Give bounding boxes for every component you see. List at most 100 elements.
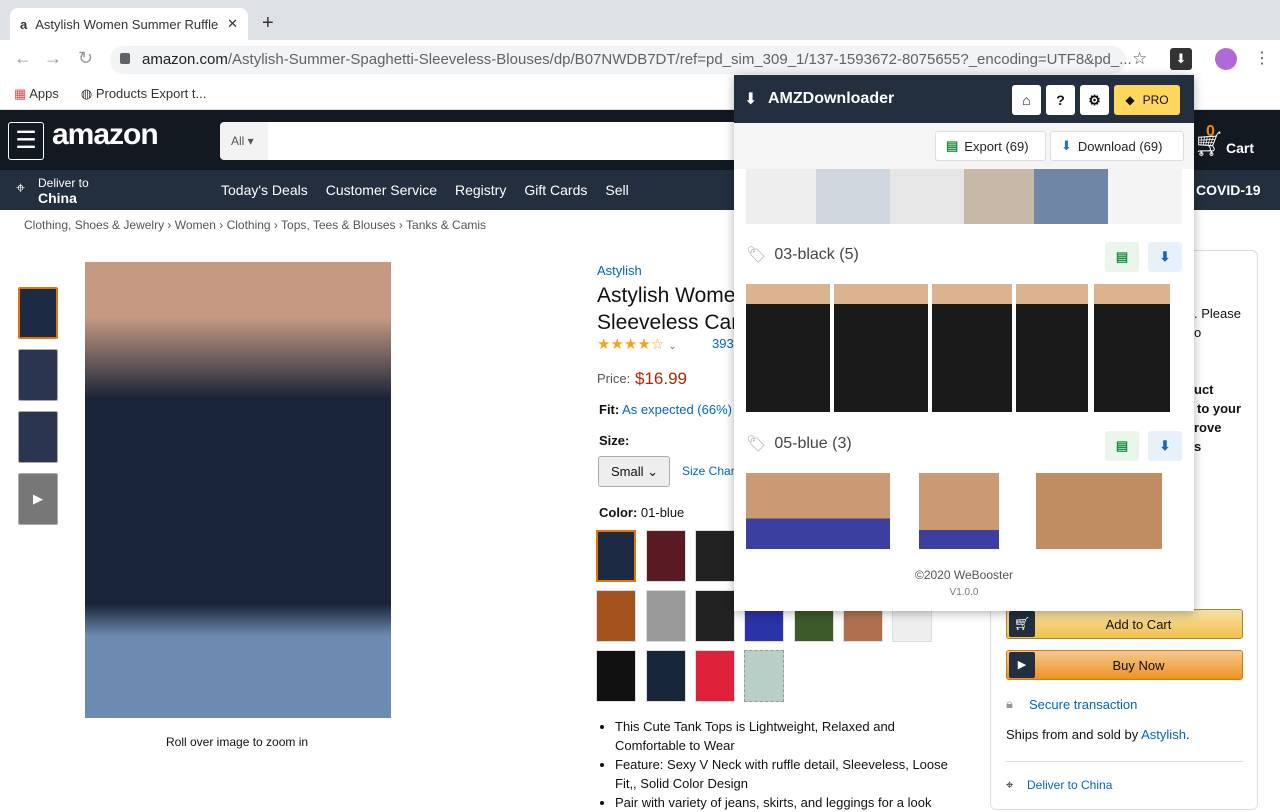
popup-footer: ©2020 WeBooster [914, 568, 1013, 582]
section-header: 🏷︎ 05-blue (3) [746, 435, 852, 453]
amazon-logo[interactable]: amazon [52, 118, 159, 152]
brand-link[interactable]: Astylish [597, 263, 642, 278]
price: $16.99 [635, 369, 687, 388]
star-rating[interactable]: ★★★★☆ ⌄ [597, 335, 677, 353]
cart-icon[interactable]: 🛒︎ [1194, 130, 1224, 159]
extension-download-icon[interactable]: ⬇ [1170, 48, 1192, 70]
pro-button[interactable]: ◆ PRO [1114, 85, 1180, 115]
lock-icon [120, 53, 130, 64]
ships-from: Ships from and sold by Astylish. [1006, 727, 1190, 742]
secure-transaction-link[interactable]: Secure transaction [1029, 697, 1137, 712]
popup-toolbar: ▤ Export (69) ⬇ Download (69) [734, 123, 1194, 169]
main-product-image[interactable] [85, 262, 391, 718]
close-tab-icon[interactable]: ✕ [227, 16, 238, 32]
size-select[interactable]: Small ⌄ [598, 456, 670, 487]
nav-links: Today's Deals Customer Service Registry … [221, 182, 629, 198]
color-info: Color: 01-blue [599, 505, 685, 520]
product-image[interactable] [1094, 284, 1170, 412]
color-swatch[interactable] [596, 530, 636, 582]
image-row [746, 169, 1182, 224]
product-image[interactable] [932, 284, 1012, 412]
help-button[interactable]: ? [1046, 85, 1075, 115]
cart-label[interactable]: Cart [1226, 140, 1254, 156]
download-icon: ⬇ [744, 91, 758, 108]
location-icon: ⌖ [16, 180, 26, 197]
video-thumbnail[interactable]: ▶ [18, 473, 58, 525]
lock-icon: 🔒︎ [1006, 696, 1013, 711]
search-input[interactable] [268, 122, 738, 160]
product-title: Astylish Wome Sleeveless Cam [597, 284, 749, 334]
product-image[interactable] [746, 473, 890, 549]
color-swatch[interactable] [596, 590, 636, 642]
menu-icon[interactable]: ⋮ [1254, 48, 1270, 68]
thumbnail[interactable] [18, 349, 58, 401]
play-icon: ▶ [1009, 652, 1035, 678]
globe-icon: ◍ [80, 85, 93, 101]
star-icon[interactable]: ☆ [1132, 49, 1147, 69]
color-swatch[interactable] [695, 530, 735, 582]
download-icon: ⬇ [1061, 138, 1072, 153]
product-image[interactable] [746, 284, 830, 412]
section-export-button[interactable]: ▤ [1105, 242, 1139, 272]
nav-todays-deals[interactable]: Today's Deals [221, 182, 308, 198]
fit-info: Fit: As expected (66%) [599, 402, 732, 417]
color-swatch[interactable] [695, 590, 735, 642]
forward-icon[interactable]: → [44, 48, 62, 69]
size-label: Size: [599, 433, 630, 448]
excel-icon: ▤ [946, 138, 959, 153]
home-button[interactable]: ⌂ [1012, 85, 1041, 115]
product-image[interactable] [1016, 284, 1088, 412]
bookmark-apps[interactable]: ▦ Apps [14, 86, 59, 102]
add-to-cart-button[interactable]: 🛒︎ Add to Cart [1006, 609, 1243, 639]
url-text[interactable]: amazon.com/Astylish-Summer-Spaghetti-Sle… [142, 51, 1132, 69]
amzdownloader-popup: ⬇ AMZDownloader ⌂ ? ⚙ ◆ PRO ▤ Export (69) … [734, 75, 1194, 611]
product-image[interactable] [919, 473, 999, 549]
deliver-to-link[interactable]: Deliver to China [1027, 778, 1112, 792]
breadcrumb: Clothing, Shoes & Jewelry › Women › Clot… [24, 218, 487, 232]
deliver-to[interactable]: Deliver to [38, 176, 89, 190]
section-download-button[interactable]: ⬇ [1148, 242, 1182, 272]
new-tab-button[interactable]: + [262, 12, 274, 35]
nav-gift-cards[interactable]: Gift Cards [524, 182, 587, 198]
search-category[interactable]: All ▾ [220, 122, 268, 160]
zoom-hint: Roll over image to zoom in [166, 735, 309, 749]
thumbnail[interactable] [18, 411, 58, 463]
color-swatch[interactable] [695, 650, 735, 702]
deliver-country[interactable]: China [38, 190, 77, 206]
feature-bullets: This Cute Tank Tops is Lightweight, Rela… [615, 717, 955, 812]
browser-tab[interactable]: a Astylish Women Summer Ruffle ✕ [10, 8, 248, 40]
cart-icon: 🛒︎ [1009, 611, 1035, 637]
buy-now-button[interactable]: ▶ Buy Now [1006, 650, 1243, 680]
nav-sell[interactable]: Sell [605, 182, 628, 198]
product-image[interactable] [1036, 473, 1162, 549]
hamburger-menu-icon[interactable]: ☰ [8, 122, 44, 160]
settings-button[interactable]: ⚙ [1080, 85, 1109, 115]
export-button[interactable]: ▤ Export (69) [935, 131, 1046, 161]
nav-registry[interactable]: Registry [455, 182, 506, 198]
diamond-icon: ◆ [1125, 93, 1135, 107]
download-all-button[interactable]: ⬇ Download (69) [1050, 131, 1184, 161]
color-swatch[interactable] [596, 650, 636, 702]
covid-link[interactable]: COVID-19 [1196, 182, 1261, 198]
color-swatch[interactable] [744, 650, 784, 702]
section-download-button[interactable]: ⬇ [1148, 431, 1182, 461]
price-label: Price: [597, 371, 631, 386]
reload-icon[interactable]: ↻ [78, 48, 93, 69]
back-icon[interactable]: ← [14, 48, 32, 69]
color-swatch[interactable] [646, 530, 686, 582]
popup-title: AMZDownloader [768, 90, 895, 107]
tab-bar: a Astylish Women Summer Ruffle ✕ + [0, 0, 1280, 40]
bookmark-products-export[interactable]: ◍ Products Export t... [81, 86, 207, 102]
section-export-button[interactable]: ▤ [1105, 431, 1139, 461]
section-header: 🏷︎ 03-black (5) [746, 246, 859, 264]
popup-header: ⬇ AMZDownloader ⌂ ? ⚙ ◆ PRO [734, 75, 1194, 123]
avatar[interactable] [1215, 48, 1237, 70]
thumbnail[interactable] [18, 287, 58, 339]
rating-count[interactable]: 393 [712, 336, 734, 351]
color-swatch[interactable] [646, 590, 686, 642]
size-chart-link[interactable]: Size Char [682, 464, 735, 478]
color-swatch[interactable] [646, 650, 686, 702]
toolbar: ← → ↻ amazon.com/Astylish-Summer-Spaghet… [0, 40, 1280, 78]
product-image[interactable] [834, 284, 928, 412]
nav-customer-service[interactable]: Customer Service [326, 182, 437, 198]
